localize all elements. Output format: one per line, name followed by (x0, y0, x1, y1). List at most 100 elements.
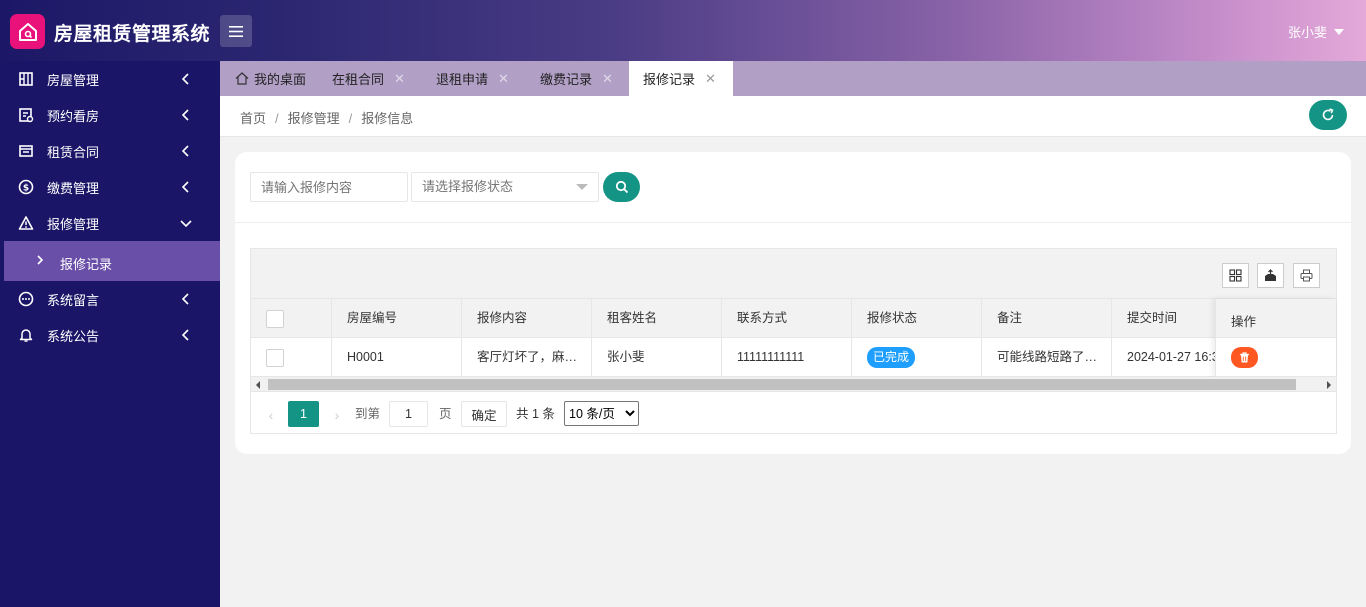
close-icon[interactable]: ✕ (705, 71, 716, 87)
sidebar-item-label: 预约看房 (47, 108, 100, 124)
prev-page-icon[interactable]: ‹ (261, 402, 281, 428)
menu-toggle-button[interactable] (220, 15, 252, 47)
breadcrumb-current: 报修信息 (361, 111, 414, 126)
select-all-checkbox[interactable] (266, 310, 284, 328)
tab-checkout-requests[interactable]: 退租申请 ✕ (436, 61, 509, 96)
col-time: 提交时间 (1127, 311, 1178, 325)
hamburger-icon (229, 25, 243, 37)
user-name: 张小斐 (1287, 25, 1327, 40)
cell-content: 客厅灯坏了，麻烦尽快处理 (462, 338, 592, 377)
message-circle-icon (18, 291, 34, 307)
warning-triangle-icon (18, 216, 34, 230)
building-icon (19, 72, 33, 86)
goto-page-input[interactable] (389, 401, 428, 427)
sidebar-item-label: 系统留言 (47, 292, 100, 308)
trash-icon (1240, 352, 1249, 363)
total-count: 共 1 条 (516, 407, 555, 421)
sidebar-item-label: 报修管理 (47, 216, 100, 232)
chevron-left-icon (181, 145, 189, 157)
dollar-circle-icon: $ (18, 179, 34, 195)
fixed-operation-column: 操作 (1215, 299, 1336, 377)
export-button[interactable] (1257, 263, 1284, 288)
select-placeholder: 请选择报修状态 (422, 179, 514, 194)
tab-label: 报修记录 (643, 72, 696, 87)
columns-filter-button[interactable] (1222, 263, 1249, 288)
sidebar-subitem-repair-records[interactable]: 报修记录 (4, 241, 220, 281)
delete-button[interactable] (1231, 347, 1258, 368)
col-content: 报修内容 (462, 299, 592, 338)
sidebar-item-notice[interactable]: 系统公告 (0, 317, 220, 353)
breadcrumb-bar: 首页 / 报修管理 / 报修信息 (220, 96, 1366, 137)
col-house-no: 房屋编号 (332, 299, 462, 338)
col-status: 报修状态 (852, 299, 982, 338)
print-button[interactable] (1293, 263, 1320, 288)
sidebar-item-label: 租赁合同 (47, 144, 100, 160)
chevron-down-icon (180, 220, 192, 228)
row-checkbox[interactable] (266, 349, 284, 367)
tab-desktop[interactable]: 我的桌面 (235, 61, 306, 96)
sidebar-item-payment[interactable]: $ 缴费管理 (0, 169, 220, 205)
chevron-right-icon (37, 255, 44, 265)
export-icon (1265, 269, 1276, 281)
table-row: H0001 客厅灯坏了，麻烦尽快处理 张小斐 11111111111 已完成 可… (251, 338, 1336, 377)
tab-label: 缴费记录 (540, 72, 593, 87)
sidebar-item-repair[interactable]: 报修管理 (0, 205, 220, 241)
breadcrumb-parent[interactable]: 报修管理 (288, 111, 340, 126)
status-badge: 已完成 (867, 347, 916, 368)
home-icon (235, 72, 249, 85)
tab-repair-records[interactable]: 报修记录 ✕ (629, 61, 733, 96)
chevron-left-icon (181, 109, 189, 121)
close-icon[interactable]: ✕ (498, 71, 509, 87)
contract-icon (19, 145, 33, 157)
page-unit-label: 页 (439, 407, 452, 421)
sidebar-item-viewing[interactable]: 预约看房 (0, 97, 220, 133)
cell-remark: 可能线路短路了，已修复 (982, 338, 1112, 377)
sidebar-item-house[interactable]: 房屋管理 (0, 61, 220, 97)
tab-label: 在租合同 (332, 72, 385, 87)
horizontal-scrollbar[interactable] (251, 377, 1336, 392)
cell-tenant: 张小斐 (592, 338, 722, 377)
sidebar-item-contract[interactable]: 租赁合同 (0, 133, 220, 169)
sidebar-item-label: 系统公告 (47, 328, 100, 344)
col-tenant: 租客姓名 (592, 299, 722, 338)
caret-down-icon (1334, 28, 1344, 35)
table-toolbar (251, 249, 1336, 299)
goto-confirm-button[interactable]: 确定 (461, 401, 507, 427)
tab-bar: 我的桌面 在租合同 ✕ 退租申请 ✕ 缴费记录 ✕ 报修记录 ✕ (220, 61, 1366, 96)
search-button[interactable] (603, 172, 640, 202)
tab-payment-records[interactable]: 缴费记录 ✕ (540, 61, 613, 96)
print-icon (1300, 269, 1313, 282)
page-current[interactable]: 1 (288, 401, 319, 427)
sidebar-item-label: 缴费管理 (47, 180, 100, 196)
bell-icon (19, 329, 33, 342)
chevron-left-icon (181, 181, 189, 193)
col-remark: 备注 (982, 299, 1112, 338)
chevron-left-icon (181, 293, 189, 305)
refresh-button[interactable] (1309, 100, 1347, 130)
breadcrumb-home[interactable]: 首页 (240, 111, 266, 126)
tab-label: 我的桌面 (254, 72, 307, 87)
page-size-select[interactable]: 10 条/页 (564, 401, 639, 426)
sidebar: 房屋管理 预约看房 租赁合同 $ 缴费管理 报修管理 报修记录 系统留言 系统公… (0, 61, 220, 607)
tab-active-contracts[interactable]: 在租合同 ✕ (332, 61, 405, 96)
grid-columns-icon (1229, 269, 1242, 282)
close-icon[interactable]: ✕ (394, 71, 405, 87)
user-menu[interactable]: 张小斐 (1288, 22, 1344, 41)
repair-content-input[interactable] (250, 172, 408, 202)
repair-status-select[interactable]: 请选择报修状态 (411, 172, 599, 202)
scrollbar-thumb[interactable] (268, 379, 1296, 390)
top-header: 房屋租赁管理系统 张小斐 (0, 0, 1366, 61)
svg-text:$: $ (23, 184, 29, 194)
next-page-icon[interactable]: › (327, 402, 347, 428)
cell-time: 2024-01-27 16:30:00 (1127, 350, 1215, 364)
sidebar-item-message[interactable]: 系统留言 (0, 281, 220, 317)
scroll-left-icon[interactable] (256, 381, 260, 389)
content-card: 请选择报修状态 房屋编号 报修内容 租客姓名 联系方式 报修状态 (235, 152, 1351, 454)
scroll-right-icon[interactable] (1327, 381, 1331, 389)
data-table: 房屋编号 报修内容 租客姓名 联系方式 报修状态 备注 提交时间 H0001 客… (250, 248, 1337, 434)
sidebar-item-label: 房屋管理 (47, 72, 100, 88)
close-icon[interactable]: ✕ (602, 71, 613, 87)
goto-label: 到第 (355, 407, 381, 421)
cell-phone: 11111111111 (722, 338, 852, 377)
chevron-left-icon (181, 329, 189, 341)
